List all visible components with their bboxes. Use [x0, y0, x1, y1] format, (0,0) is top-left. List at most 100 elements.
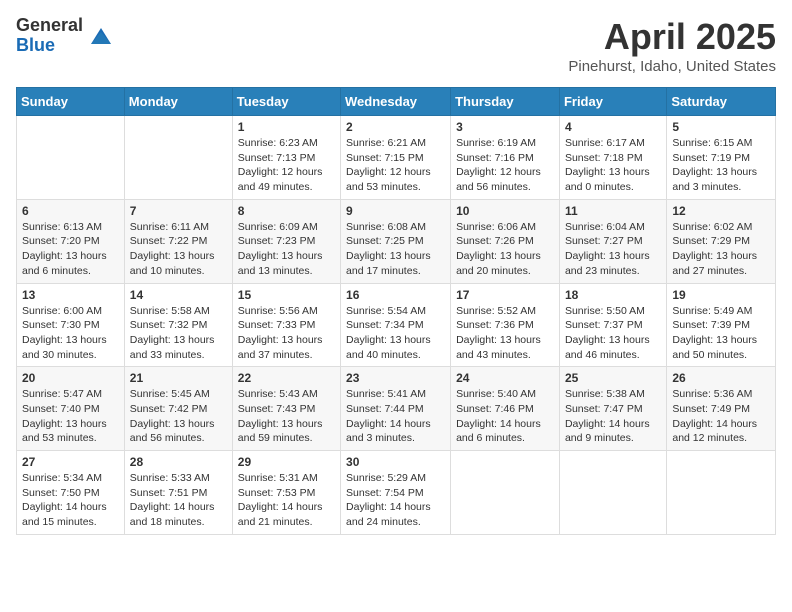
day-number: 26 — [672, 371, 770, 385]
calendar-cell: 7 Sunrise: 6:11 AMSunset: 7:22 PMDaylight… — [124, 199, 232, 283]
day-number: 7 — [130, 204, 227, 218]
title-area: April 2025 Pinehurst, Idaho, United Stat… — [568, 16, 776, 75]
header: General Blue April 2025 Pinehurst, Idaho… — [16, 16, 776, 75]
day-number: 19 — [672, 288, 770, 302]
calendar-table: Sunday Monday Tuesday Wednesday Thursday… — [16, 87, 776, 535]
day-number: 11 — [565, 204, 661, 218]
day-number: 22 — [238, 371, 335, 385]
calendar-week-2: 6 Sunrise: 6:13 AMSunset: 7:20 PMDaylight… — [17, 199, 776, 283]
calendar-cell: 27Sunrise: 5:34 AMSunset: 7:50 PMDayligh… — [17, 451, 125, 535]
subtitle: Pinehurst, Idaho, United States — [568, 58, 776, 75]
header-saturday: Saturday — [667, 88, 776, 116]
calendar-cell: 26 Sunrise: 5:36 AMSunset: 7:49 PMDayligh… — [667, 367, 776, 451]
cell-content: Sunrise: 6:04 AMSunset: 7:27 PMDaylight:… — [565, 220, 661, 279]
cell-content: Sunrise: 6:11 AMSunset: 7:22 PMDaylight:… — [130, 220, 227, 279]
day-number: 24 — [456, 371, 554, 385]
calendar-cell — [451, 451, 560, 535]
calendar-cell: 12Sunrise: 6:02 AMSunset: 7:29 PMDayligh… — [667, 199, 776, 283]
cell-content: Sunrise: 6:08 AMSunset: 7:25 PMDaylight:… — [346, 220, 445, 279]
calendar-cell: 15 Sunrise: 5:56 AMSunset: 7:33 PMDayligh… — [232, 283, 340, 367]
cell-content: Sunrise: 5:52 AMSunset: 7:36 PMDaylight:… — [456, 304, 554, 363]
day-number: 2 — [346, 120, 445, 134]
calendar-cell: 24 Sunrise: 5:40 AMSunset: 7:46 PMDayligh… — [451, 367, 560, 451]
header-sunday: Sunday — [17, 88, 125, 116]
header-wednesday: Wednesday — [341, 88, 451, 116]
day-number: 9 — [346, 204, 445, 218]
day-number: 23 — [346, 371, 445, 385]
calendar-cell: 29Sunrise: 5:31 AMSunset: 7:53 PMDayligh… — [232, 451, 340, 535]
cell-content: Sunrise: 5:41 AMSunset: 7:44 PMDaylight:… — [346, 387, 445, 446]
cell-content: Sunrise: 6:17 AMSunset: 7:18 PMDaylight:… — [565, 136, 661, 195]
calendar-cell: 13 Sunrise: 6:00 AMSunset: 7:30 PMDayligh… — [17, 283, 125, 367]
logo: General Blue — [16, 16, 115, 56]
calendar-cell: 8 Sunrise: 6:09 AMSunset: 7:23 PMDaylight… — [232, 199, 340, 283]
cell-content: Sunrise: 5:40 AMSunset: 7:46 PMDaylight:… — [456, 387, 554, 446]
cell-content: Sunrise: 5:45 AMSunset: 7:42 PMDaylight:… — [130, 387, 227, 446]
calendar-cell: 30 Sunrise: 5:29 AMSunset: 7:54 PMDayligh… — [341, 451, 451, 535]
day-number: 20 — [22, 371, 119, 385]
calendar-cell: 21 Sunrise: 5:45 AMSunset: 7:42 PMDayligh… — [124, 367, 232, 451]
calendar-cell: 4 Sunrise: 6:17 AMSunset: 7:18 PMDaylight… — [559, 116, 666, 200]
calendar-cell — [17, 116, 125, 200]
logo-icon — [87, 22, 115, 50]
day-number: 13 — [22, 288, 119, 302]
day-number: 1 — [238, 120, 335, 134]
cell-content: Sunrise: 5:38 AMSunset: 7:47 PMDaylight:… — [565, 387, 661, 446]
calendar-cell: 23 Sunrise: 5:41 AMSunset: 7:44 PMDayligh… — [341, 367, 451, 451]
cell-content: Sunrise: 5:49 AMSunset: 7:39 PMDaylight:… — [672, 304, 770, 363]
calendar-cell: 14 Sunrise: 5:58 AMSunset: 7:32 PMDayligh… — [124, 283, 232, 367]
day-number: 5 — [672, 120, 770, 134]
main-title: April 2025 — [568, 16, 776, 58]
day-number: 18 — [565, 288, 661, 302]
cell-content: Sunrise: 6:06 AMSunset: 7:26 PMDaylight:… — [456, 220, 554, 279]
calendar-cell: 1 Sunrise: 6:23 AMSunset: 7:13 PMDaylight… — [232, 116, 340, 200]
cell-content: Sunrise: 5:56 AMSunset: 7:33 PMDaylight:… — [238, 304, 335, 363]
day-number: 4 — [565, 120, 661, 134]
calendar-cell: 9 Sunrise: 6:08 AMSunset: 7:25 PMDaylight… — [341, 199, 451, 283]
calendar-week-4: 20 Sunrise: 5:47 AMSunset: 7:40 PMDayligh… — [17, 367, 776, 451]
day-number: 28 — [130, 455, 227, 469]
day-number: 15 — [238, 288, 335, 302]
day-number: 17 — [456, 288, 554, 302]
calendar-cell: 17 Sunrise: 5:52 AMSunset: 7:36 PMDayligh… — [451, 283, 560, 367]
cell-content: Sunrise: 5:36 AMSunset: 7:49 PMDaylight:… — [672, 387, 770, 446]
logo-general-text: General — [16, 16, 83, 36]
cell-content: Sunrise: 5:47 AMSunset: 7:40 PMDaylight:… — [22, 387, 119, 446]
day-number: 6 — [22, 204, 119, 218]
day-number: 8 — [238, 204, 335, 218]
page: General Blue April 2025 Pinehurst, Idaho… — [0, 0, 792, 612]
day-number: 21 — [130, 371, 227, 385]
day-number: 3 — [456, 120, 554, 134]
calendar-week-1: 1 Sunrise: 6:23 AMSunset: 7:13 PMDaylight… — [17, 116, 776, 200]
cell-content: Sunrise: 5:58 AMSunset: 7:32 PMDaylight:… — [130, 304, 227, 363]
day-number: 14 — [130, 288, 227, 302]
calendar-cell: 19 Sunrise: 5:49 AMSunset: 7:39 PMDayligh… — [667, 283, 776, 367]
cell-content: Sunrise: 5:33 AMSunset: 7:51 PMDaylight:… — [130, 471, 227, 530]
calendar-cell: 16 Sunrise: 5:54 AMSunset: 7:34 PMDayligh… — [341, 283, 451, 367]
day-number: 25 — [565, 371, 661, 385]
day-number: 16 — [346, 288, 445, 302]
calendar-cell: 2 Sunrise: 6:21 AMSunset: 7:15 PMDaylight… — [341, 116, 451, 200]
cell-content: Sunrise: 6:00 AMSunset: 7:30 PMDaylight:… — [22, 304, 119, 363]
cell-content: Sunrise: 5:43 AMSunset: 7:43 PMDaylight:… — [238, 387, 335, 446]
cell-content: Sunrise: 5:50 AMSunset: 7:37 PMDaylight:… — [565, 304, 661, 363]
calendar-header-row: Sunday Monday Tuesday Wednesday Thursday… — [17, 88, 776, 116]
cell-content: Sunrise: 5:29 AMSunset: 7:54 PMDaylight:… — [346, 471, 445, 530]
day-number: 27 — [22, 455, 119, 469]
day-number: 30 — [346, 455, 445, 469]
cell-content: Sunrise: 5:54 AMSunset: 7:34 PMDaylight:… — [346, 304, 445, 363]
calendar-cell — [124, 116, 232, 200]
header-friday: Friday — [559, 88, 666, 116]
cell-content: Sunrise: 5:31 AMSunset: 7:53 PMDaylight:… — [238, 471, 335, 530]
header-monday: Monday — [124, 88, 232, 116]
cell-content: Sunrise: 6:19 AMSunset: 7:16 PMDaylight:… — [456, 136, 554, 195]
cell-content: Sunrise: 6:13 AMSunset: 7:20 PMDaylight:… — [22, 220, 119, 279]
calendar-cell: 11 Sunrise: 6:04 AMSunset: 7:27 PMDayligh… — [559, 199, 666, 283]
calendar-cell: 28 Sunrise: 5:33 AMSunset: 7:51 PMDayligh… — [124, 451, 232, 535]
calendar-cell: 10Sunrise: 6:06 AMSunset: 7:26 PMDayligh… — [451, 199, 560, 283]
cell-content: Sunrise: 6:21 AMSunset: 7:15 PMDaylight:… — [346, 136, 445, 195]
header-thursday: Thursday — [451, 88, 560, 116]
cell-content: Sunrise: 6:23 AMSunset: 7:13 PMDaylight:… — [238, 136, 335, 195]
cell-content: Sunrise: 6:09 AMSunset: 7:23 PMDaylight:… — [238, 220, 335, 279]
calendar-cell: 22 Sunrise: 5:43 AMSunset: 7:43 PMDayligh… — [232, 367, 340, 451]
